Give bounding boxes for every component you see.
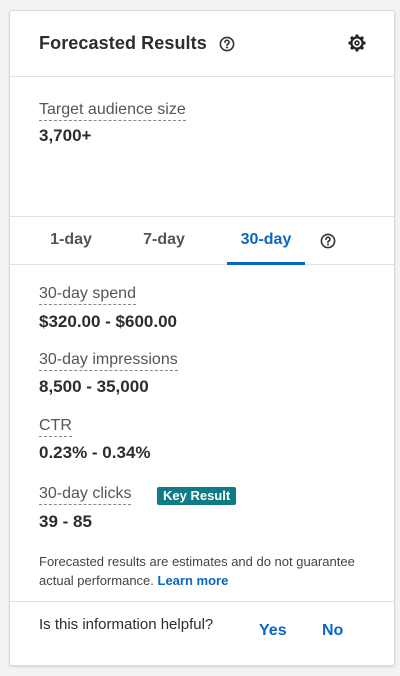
card-header: Forecasted Results — [10, 11, 394, 77]
metric-label-clicks[interactable]: 30-day clicks — [39, 485, 132, 505]
forecast-card: Forecasted Results Target audience size … — [9, 10, 395, 666]
no-button[interactable]: No — [322, 622, 343, 640]
feedback-footer: Is this information helpful? Yes No — [10, 601, 394, 667]
metric-label-ctr[interactable]: CTR — [39, 417, 72, 437]
metric-label-impressions[interactable]: 30-day impressions — [39, 351, 178, 371]
metric-label-spend[interactable]: 30-day spend — [39, 285, 136, 305]
metric-value-ctr: 0.23% - 0.34% — [39, 443, 151, 462]
question-circle-icon[interactable] — [320, 233, 336, 254]
duration-tabs: 1-day 7-day 30-day — [10, 217, 394, 265]
gear-icon[interactable] — [347, 33, 367, 58]
metric-value-clicks: 39 - 85 — [39, 512, 92, 531]
card-title: Forecasted Results — [39, 33, 207, 53]
feedback-question: Is this information helpful? — [39, 616, 214, 633]
metric-value-impressions: 8,500 - 35,000 — [39, 377, 149, 396]
learn-more-link[interactable]: Learn more — [158, 573, 229, 588]
key-result-badge: Key Result — [157, 487, 237, 505]
disclaimer-text: Forecasted results are estimates and do … — [39, 552, 369, 590]
tab-30-day[interactable]: 30-day — [227, 217, 305, 265]
audience-size-label[interactable]: Target audience size — [39, 101, 186, 121]
tab-7-day[interactable]: 7-day — [131, 217, 197, 265]
question-circle-icon[interactable] — [219, 36, 235, 57]
audience-section: Target audience size 3,700+ — [10, 77, 394, 217]
tab-1-day[interactable]: 1-day — [38, 217, 104, 265]
metric-value-spend: $320.00 - $600.00 — [39, 312, 178, 331]
audience-size-value: 3,700+ — [39, 126, 92, 145]
yes-button[interactable]: Yes — [259, 622, 287, 640]
